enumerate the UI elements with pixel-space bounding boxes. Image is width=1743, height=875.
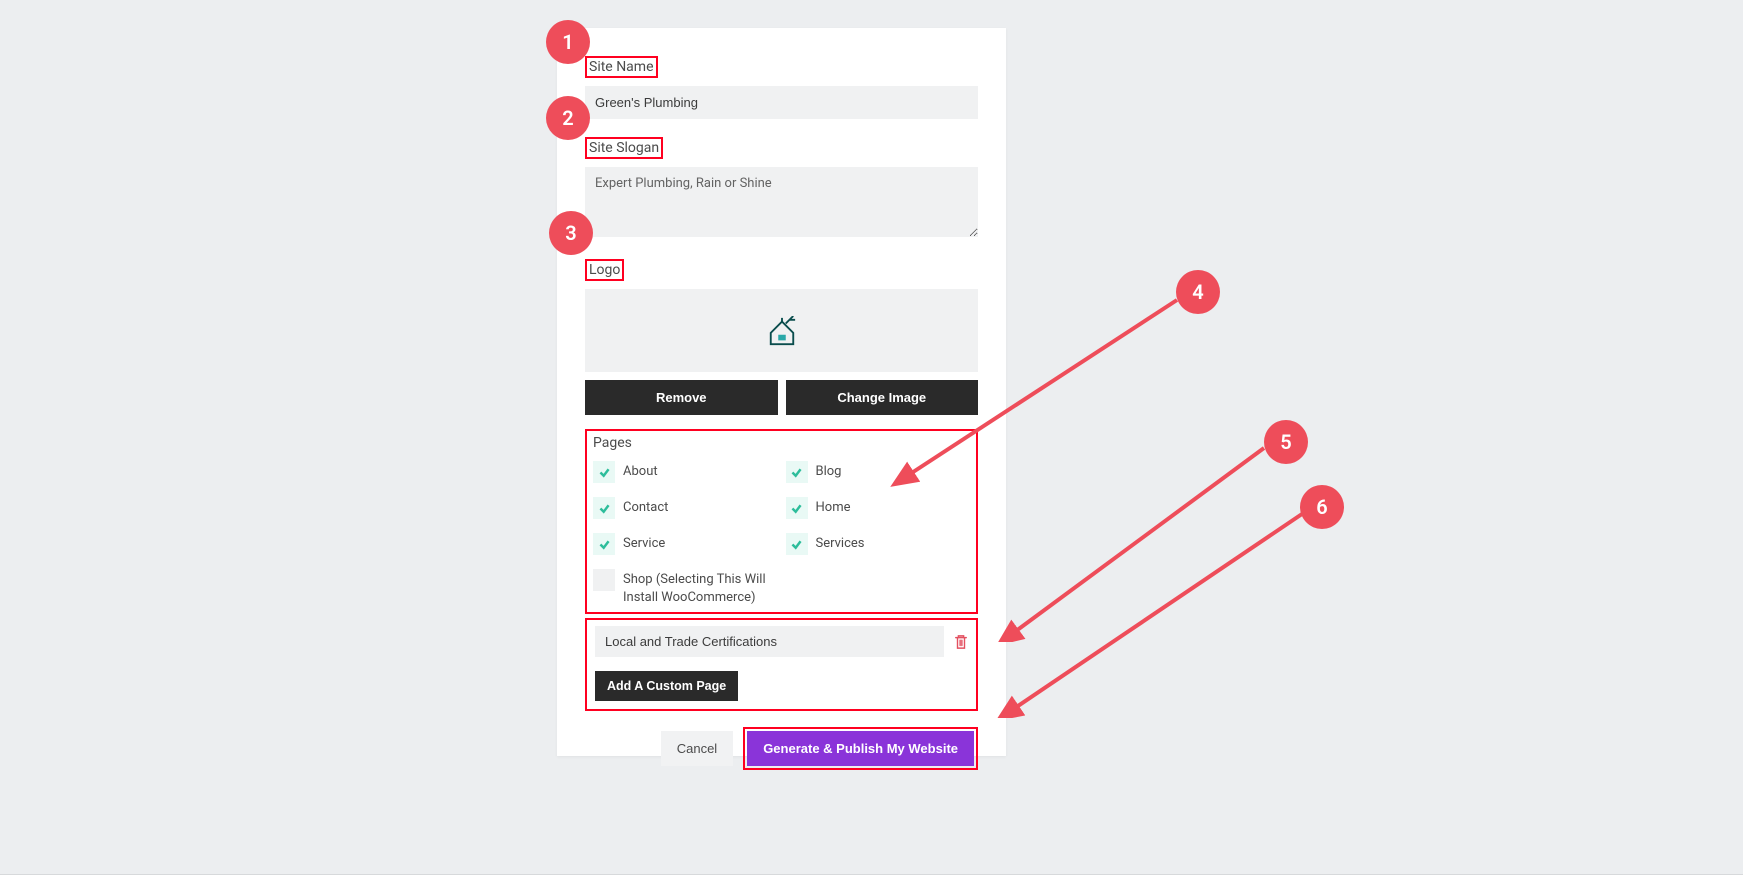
annotation-2: 2: [546, 96, 590, 140]
page-label-blog: Blog: [816, 461, 842, 481]
annotation-3: 3: [549, 211, 593, 255]
page-item-contact[interactable]: Contact: [593, 497, 778, 519]
checkbox-about[interactable]: [593, 461, 615, 483]
check-icon: [790, 502, 803, 515]
page-item-services[interactable]: Services: [786, 533, 971, 555]
site-name-input[interactable]: [585, 86, 978, 119]
custom-page-block: Add A Custom Page: [585, 618, 978, 711]
page-item-service[interactable]: Service: [593, 533, 778, 555]
trash-icon[interactable]: [954, 634, 968, 650]
page-label-shop: Shop (Selecting This Will Install WooCom…: [623, 569, 783, 606]
check-icon: [790, 466, 803, 479]
custom-page-row: [595, 626, 968, 657]
checkbox-blog[interactable]: [786, 461, 808, 483]
checkbox-services[interactable]: [786, 533, 808, 555]
generate-button-highlight: Generate & Publish My Website: [743, 727, 978, 770]
arrow-6: [992, 508, 1308, 718]
annotation-1: 1: [546, 20, 590, 64]
check-icon: [598, 466, 611, 479]
checkbox-shop[interactable]: [593, 569, 615, 591]
custom-page-input[interactable]: [595, 626, 944, 657]
footer-row: Cancel Generate & Publish My Website: [585, 727, 978, 770]
checkbox-contact[interactable]: [593, 497, 615, 519]
page-label-services: Services: [816, 533, 865, 553]
page-label-service: Service: [623, 533, 665, 553]
site-slogan-label: Site Slogan: [585, 137, 663, 159]
check-icon: [598, 538, 611, 551]
page-item-about[interactable]: About: [593, 461, 778, 483]
site-name-label: Site Name: [585, 56, 658, 78]
page-label-about: About: [623, 461, 658, 481]
annotation-5: 5: [1264, 420, 1308, 464]
page-label-contact: Contact: [623, 497, 668, 517]
site-slogan-section: Site Slogan: [585, 137, 978, 241]
page-item-home[interactable]: Home: [786, 497, 971, 519]
checkbox-service[interactable]: [593, 533, 615, 555]
page-item-shop[interactable]: Shop (Selecting This Will Install WooCom…: [593, 569, 970, 606]
page-label-home: Home: [816, 497, 851, 517]
textarea-wrap: [585, 167, 978, 241]
add-custom-page-button[interactable]: Add A Custom Page: [595, 671, 738, 701]
annotation-6: 6: [1300, 485, 1344, 529]
house-wrench-icon: [767, 316, 797, 346]
check-icon: [790, 538, 803, 551]
check-icon: [598, 502, 611, 515]
generate-button[interactable]: Generate & Publish My Website: [747, 731, 974, 766]
checkbox-home[interactable]: [786, 497, 808, 519]
annotation-4: 4: [1176, 270, 1220, 314]
site-name-section: Site Name: [585, 56, 978, 119]
site-slogan-input[interactable]: [585, 167, 978, 237]
remove-button[interactable]: Remove: [585, 380, 778, 415]
cancel-button[interactable]: Cancel: [661, 731, 733, 766]
logo-label: Logo: [585, 259, 624, 281]
